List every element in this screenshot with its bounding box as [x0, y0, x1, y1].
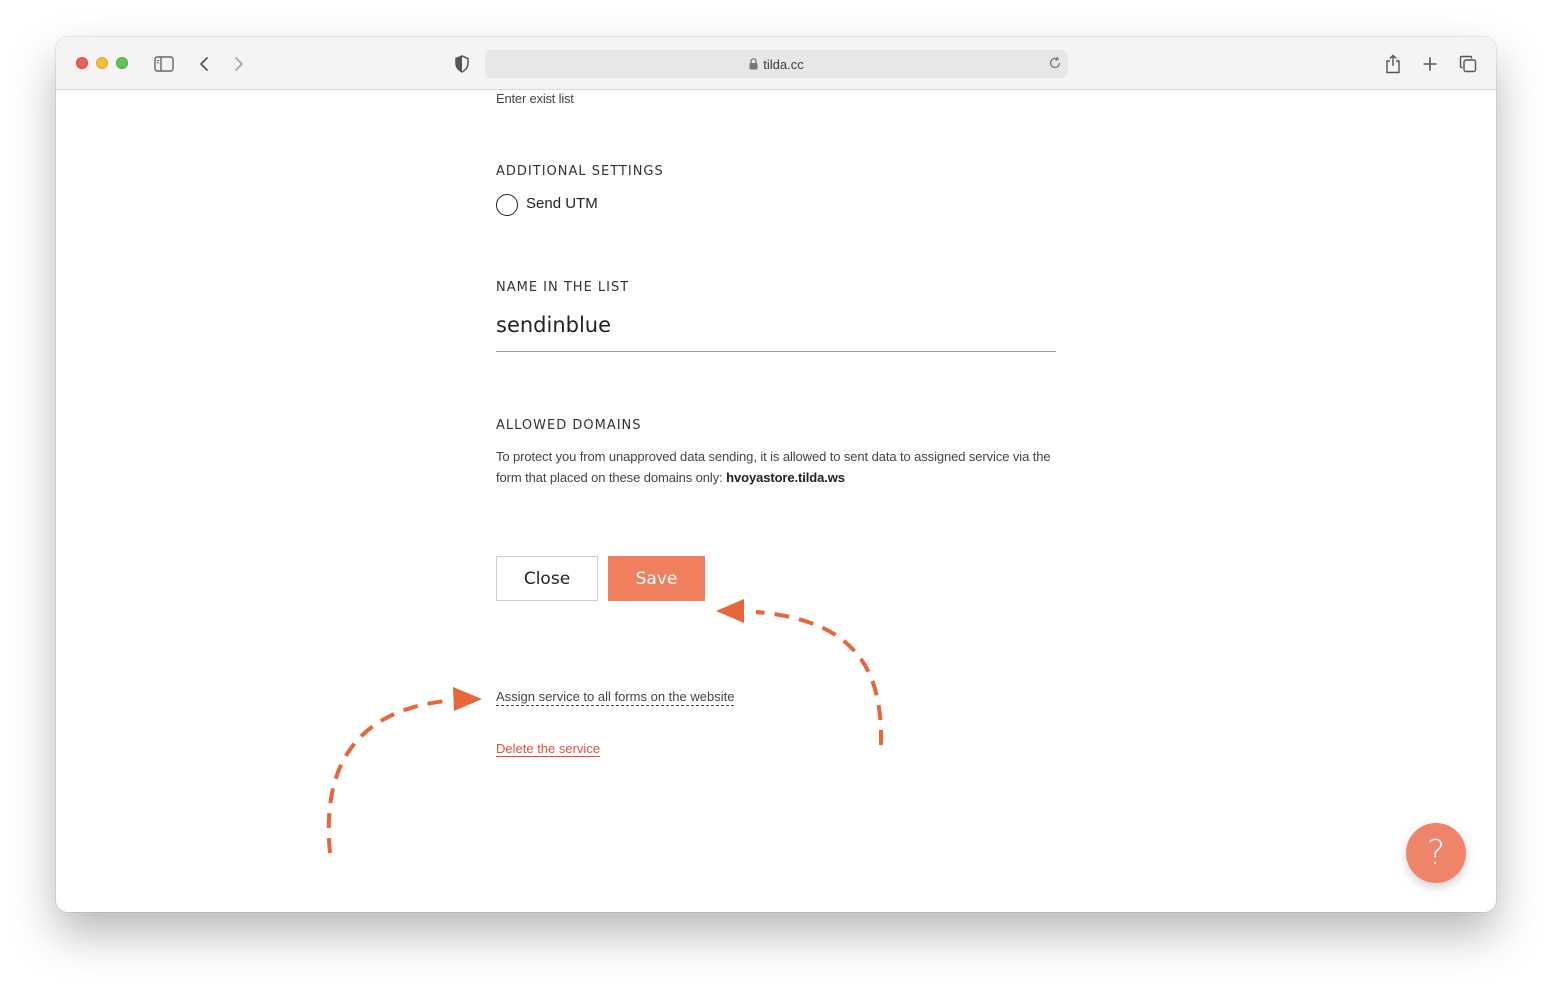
reload-icon[interactable] — [1048, 56, 1062, 73]
zoom-window-button[interactable] — [116, 57, 128, 69]
address-bar[interactable]: tilda.cc — [485, 50, 1068, 78]
send-utm-option[interactable]: Send UTM — [496, 194, 598, 216]
name-in-list-input[interactable] — [496, 306, 1056, 352]
browser-window: tilda.cc Enter exist list ADDITIONAL SET… — [56, 37, 1496, 912]
page-content: Enter exist list ADDITIONAL SETTINGS Sen… — [56, 91, 1496, 912]
save-button[interactable]: Save — [608, 556, 705, 601]
allowed-domains-description: To protect you from unapproved data send… — [496, 446, 1056, 488]
name-in-list-heading: NAME IN THE LIST — [496, 280, 630, 295]
close-window-button[interactable] — [76, 57, 88, 69]
send-utm-radio[interactable] — [496, 194, 518, 216]
allowed-domains-heading: ALLOWED DOMAINS — [496, 418, 642, 433]
delete-service-link[interactable]: Delete the service — [496, 741, 601, 757]
additional-settings-heading: ADDITIONAL SETTINGS — [496, 164, 664, 179]
url-text: tilda.cc — [763, 56, 804, 72]
new-tab-icon[interactable] — [1417, 51, 1443, 77]
send-utm-label: Send UTM — [526, 194, 598, 212]
privacy-shield-icon[interactable] — [449, 51, 475, 77]
list-hint: Enter exist list — [496, 91, 574, 106]
browser-toolbar: tilda.cc — [56, 37, 1496, 90]
sidebar-icon[interactable] — [151, 51, 177, 77]
allowed-domain-value: hvoyastore.tilda.ws — [726, 470, 845, 485]
share-icon[interactable] — [1380, 51, 1406, 77]
back-icon[interactable] — [191, 51, 217, 77]
help-button[interactable]: ? — [1406, 823, 1466, 883]
arrow-to-assign-link — [326, 687, 482, 854]
minimize-window-button[interactable] — [96, 57, 108, 69]
close-button[interactable]: Close — [496, 556, 598, 601]
lock-icon — [749, 58, 758, 70]
tab-overview-icon[interactable] — [1455, 51, 1481, 77]
arrow-to-save-button — [716, 599, 884, 746]
assign-to-all-forms-link[interactable]: Assign service to all forms on the websi… — [496, 689, 735, 706]
annotation-arrows — [326, 599, 884, 854]
forward-icon[interactable] — [226, 51, 252, 77]
